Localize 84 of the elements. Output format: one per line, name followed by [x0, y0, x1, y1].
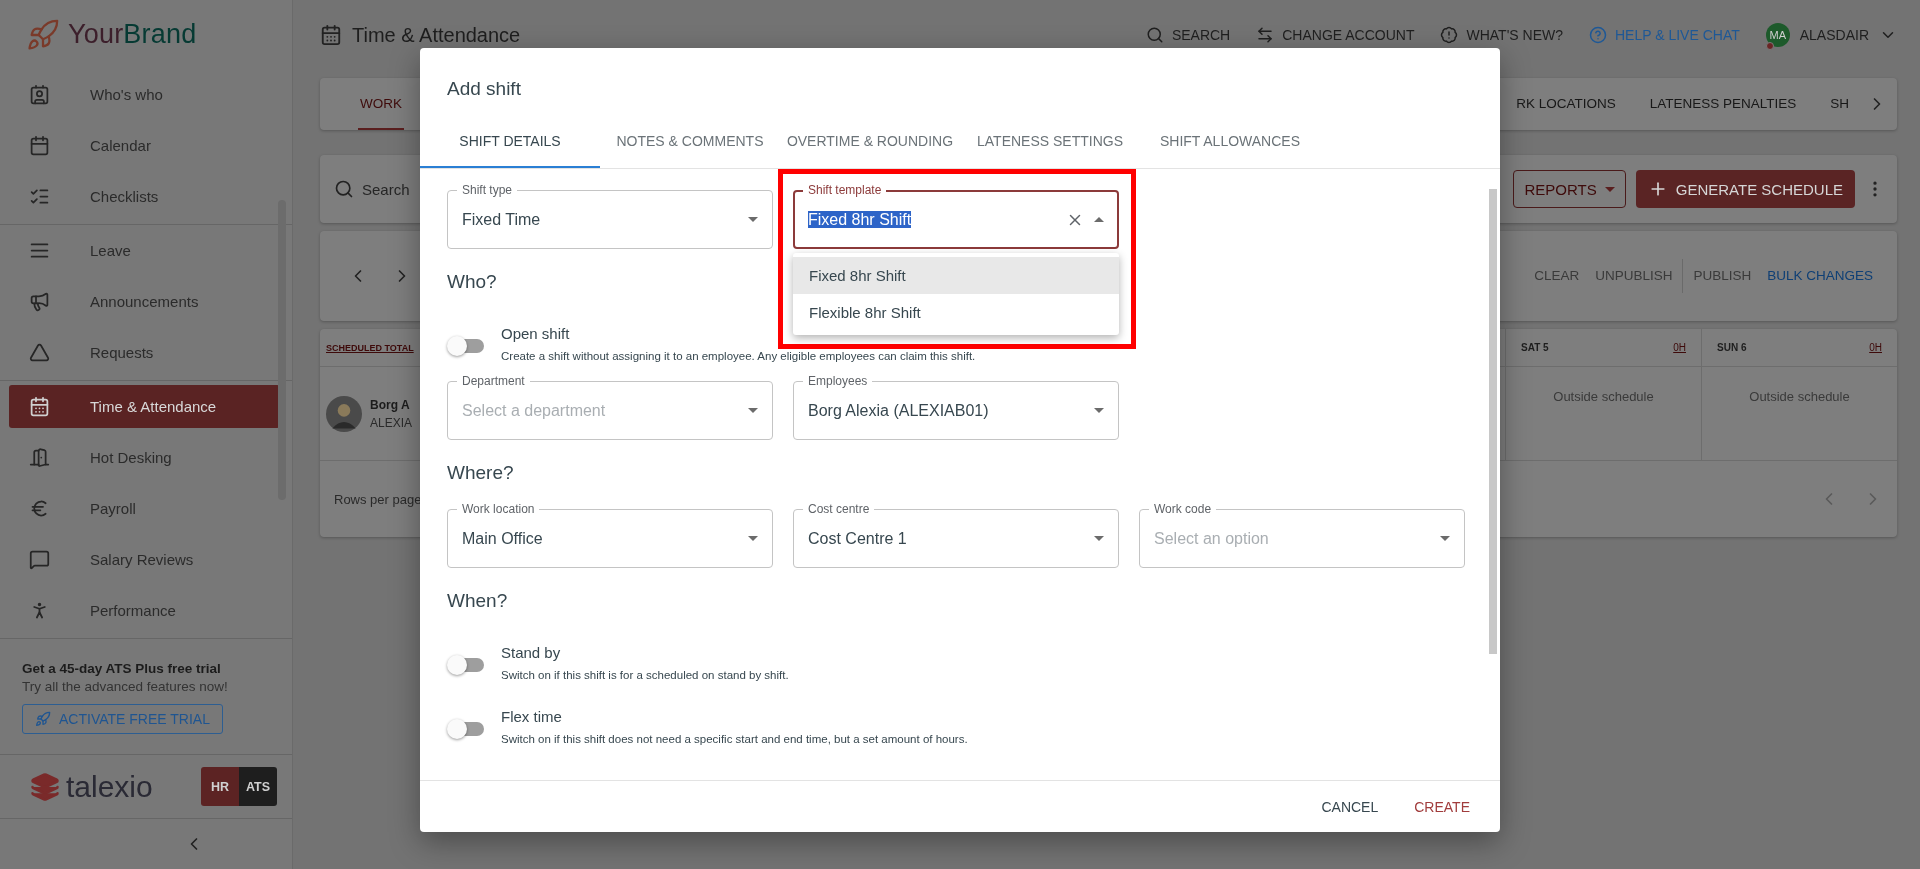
generate-schedule-button[interactable]: GENERATE SCHEDULE	[1635, 170, 1855, 208]
nav-item[interactable]: Announcements	[0, 276, 292, 327]
door-icon	[29, 447, 50, 468]
section-heading: When?	[447, 589, 508, 613]
user-avatar: MA	[1765, 23, 1790, 47]
tab[interactable]: OVERTIME & ROUNDING	[780, 115, 960, 168]
promo-title: Get a 45-day ATS Plus free trial	[22, 661, 222, 676]
action-link[interactable]: BULK CHANGES	[1767, 259, 1873, 293]
caret-icon	[1094, 217, 1104, 222]
scrollbar[interactable]	[1489, 189, 1497, 654]
nav-item[interactable]: Requests	[0, 327, 292, 378]
day-label: SAT 5	[1521, 342, 1549, 353]
tab[interactable]: LATENESS PENALTIES	[1647, 78, 1799, 130]
cell-text: Outside schedule	[1553, 389, 1654, 406]
nav-item[interactable]: Salary Reviews	[0, 534, 292, 585]
employee-code: ALEXIA	[370, 415, 413, 430]
search-icon	[334, 179, 354, 199]
hours-link[interactable]: 0H	[1869, 342, 1882, 353]
search-field[interactable]: Search	[362, 180, 410, 198]
hours-link[interactable]: 0H	[1673, 342, 1686, 353]
calendar-icon	[29, 396, 50, 417]
section-heading: Who?	[447, 270, 497, 294]
caret-icon	[748, 408, 758, 413]
tab[interactable]: SHIFT DETAILS	[420, 115, 600, 168]
menu-option[interactable]: Flexible 8hr Shift	[793, 294, 1119, 331]
scheduled-total-link[interactable]: SCHEDULED TOTAL	[326, 342, 414, 353]
message-icon	[29, 549, 50, 570]
logo: talexio	[30, 769, 153, 804]
module-toggle[interactable]: HR	[201, 767, 239, 806]
page-title: Time & Attendance	[320, 23, 521, 47]
toggle-label: Stand by	[501, 643, 561, 663]
arrows-icon	[1256, 26, 1275, 44]
reports-button[interactable]: REPORTS	[1513, 170, 1626, 208]
tab[interactable]: RK LOCATIONS	[1514, 78, 1618, 130]
nav-item[interactable]: Checklists	[0, 171, 292, 222]
scrollbar[interactable]	[278, 200, 286, 500]
layers-icon	[30, 771, 60, 802]
section-heading: Where?	[447, 461, 514, 485]
header-link[interactable]: WHAT'S NEW?	[1440, 26, 1563, 44]
toggle-label: Open shift	[501, 324, 570, 344]
brand-logo: YourBrand	[68, 19, 197, 50]
calendar-icon	[29, 135, 50, 156]
day-label: SUN 6	[1717, 342, 1747, 353]
promo-text: Try all the advanced features now!	[22, 679, 229, 694]
calendar-icon	[320, 24, 342, 46]
avatar	[326, 395, 362, 432]
cell-text: Outside schedule	[1749, 389, 1850, 406]
caret-icon	[1604, 186, 1615, 192]
module-toggle[interactable]: ATS	[239, 767, 277, 806]
toggle-description: Switch on if this shift is for a scheduled on stand by shift.	[501, 668, 789, 683]
badge-icon	[1440, 26, 1459, 44]
dialog-button[interactable]: CREATE	[1404, 790, 1480, 823]
nav-item[interactable]: Performance	[0, 585, 292, 636]
rows-per-page-label: Rows per page	[334, 491, 422, 507]
toggle-description: Switch on if this shift does not need a specific start and end time, but a set amount of hours.	[501, 732, 968, 747]
help-icon	[1589, 26, 1607, 44]
toggle-description: Create a shift without assigning it to an employee. Any eligible employees can claim this shift.	[501, 349, 976, 364]
header-link[interactable]: SEARCH	[1145, 26, 1231, 44]
tab[interactable]: WORK	[358, 78, 404, 130]
rocket-icon	[26, 17, 60, 52]
caret-icon	[1094, 408, 1104, 413]
nav-item[interactable]: Leave	[0, 225, 292, 276]
rocket-icon	[35, 711, 51, 727]
nav-item[interactable]: Time & Attendance	[9, 385, 280, 428]
triangle-icon	[29, 342, 50, 363]
tab[interactable]: LATENESS SETTINGS	[960, 115, 1140, 168]
search-icon	[1145, 26, 1164, 44]
dialog-button[interactable]: CANCEL	[1311, 790, 1389, 823]
toggle-label: Flex time	[501, 707, 562, 727]
nav-item[interactable]: Who's who	[0, 69, 292, 120]
header-link[interactable]: CHANGE ACCOUNT	[1256, 26, 1415, 44]
tab[interactable]: SHIFT ALLOWANCES	[1140, 115, 1320, 168]
tab[interactable]: SH	[1828, 78, 1851, 130]
menu-option[interactable]: Fixed 8hr Shift	[793, 257, 1119, 294]
dialog-title: Add shift	[446, 77, 522, 101]
tab[interactable]: NOTES & COMMENTS	[600, 115, 780, 168]
nav-item[interactable]: Calendar	[0, 120, 292, 171]
nav-item[interactable]: Hot Desking	[0, 432, 292, 483]
megaphone-icon	[29, 291, 50, 312]
user-menu[interactable]: MA ALASDAIR	[1765, 23, 1897, 47]
caret-icon	[748, 217, 758, 222]
employee-name: Borg A	[370, 397, 411, 412]
nav-item[interactable]: Payroll	[0, 483, 292, 534]
contact-card-icon	[29, 84, 50, 105]
